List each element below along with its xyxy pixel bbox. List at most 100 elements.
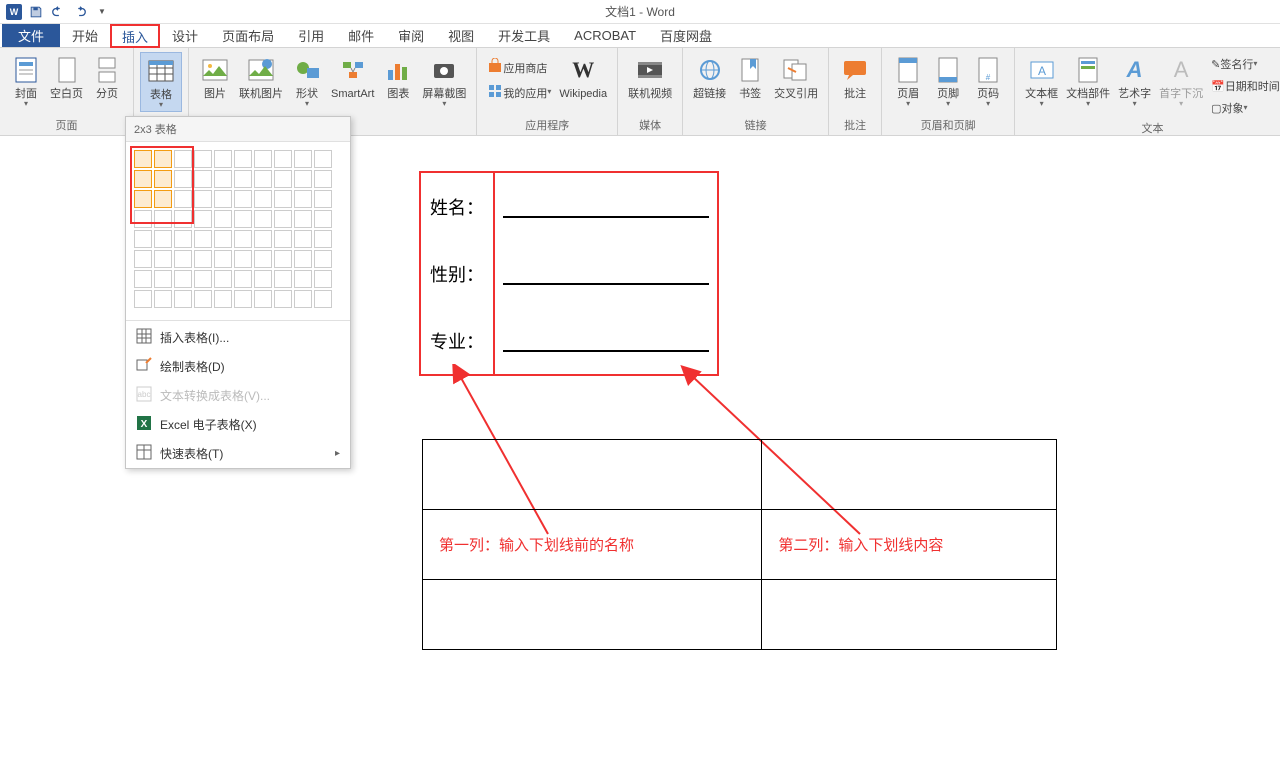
- my-apps-icon: [487, 83, 503, 102]
- hyperlink-icon: [694, 54, 726, 86]
- qat-customize[interactable]: ▼: [92, 2, 112, 22]
- cover-page-button[interactable]: 封面▾: [6, 52, 46, 110]
- svg-text:A: A: [1038, 64, 1046, 78]
- smartart-button[interactable]: SmartArt: [327, 52, 378, 103]
- datetime-icon: 📅: [1211, 80, 1225, 93]
- comments-group-label: 批注: [835, 115, 875, 133]
- tab-design[interactable]: 设计: [160, 24, 210, 47]
- form-table-highlight: 姓名： 性别： 专业：: [419, 171, 719, 376]
- excel-spreadsheet-menu-item[interactable]: XExcel 电子表格(X): [126, 410, 350, 439]
- quickparts-button[interactable]: 文档部件▾: [1062, 52, 1114, 110]
- wordart-button[interactable]: A艺术字▾: [1114, 52, 1155, 110]
- insert-table-menu-item[interactable]: 插入表格(I)...: [126, 323, 350, 352]
- tab-home[interactable]: 开始: [60, 24, 110, 47]
- wikipedia-button[interactable]: WWikipedia: [555, 52, 611, 103]
- crossref-icon: [780, 54, 812, 86]
- table-cell-col2-desc[interactable]: 第二列：输入下划线内容: [762, 510, 1057, 580]
- picture-icon: [199, 54, 231, 86]
- online-picture-icon: [245, 54, 277, 86]
- apps-group-label: 应用程序: [483, 115, 611, 133]
- dropcap-button[interactable]: A首字下沉▾: [1155, 52, 1207, 110]
- example-table[interactable]: 第一列：输入下划线前的名称 第二列：输入下划线内容: [422, 439, 1057, 650]
- screenshot-icon: [428, 54, 460, 86]
- convert-text-menu-item: abc文本转换成表格(V)...: [126, 381, 350, 410]
- table-button[interactable]: 表格▾: [140, 52, 182, 112]
- object-icon: ▢: [1211, 102, 1221, 115]
- pagenum-icon: #: [972, 54, 1004, 86]
- bookmark-button[interactable]: 书签: [730, 52, 770, 103]
- blank-page-icon: [51, 54, 83, 86]
- shapes-button[interactable]: 形状▾: [287, 52, 327, 110]
- tab-file[interactable]: 文件: [2, 24, 60, 47]
- form-line-name: [495, 173, 717, 240]
- form-label-major: 专业：: [421, 307, 495, 374]
- form-line-gender: [495, 240, 717, 307]
- comment-button[interactable]: 批注: [835, 52, 875, 103]
- title-bar: W ▼ 文档1 - Word: [0, 0, 1280, 24]
- quickparts-icon: [1072, 54, 1104, 86]
- form-label-name: 姓名：: [421, 173, 495, 240]
- window-title: 文档1 - Word: [605, 3, 675, 20]
- picture-button[interactable]: 图片: [195, 52, 235, 103]
- crossref-button[interactable]: 交叉引用: [770, 52, 822, 103]
- draw-table-icon: [136, 357, 152, 376]
- blank-page-button[interactable]: 空白页: [46, 52, 87, 103]
- tab-developer[interactable]: 开发工具: [486, 24, 562, 47]
- online-video-button[interactable]: 联机视频: [624, 52, 676, 103]
- excel-icon: X: [136, 415, 152, 434]
- app-store-button[interactable]: 应用商店: [483, 56, 555, 79]
- my-apps-button[interactable]: 我的应用 ▾: [483, 81, 555, 104]
- form-label-gender: 性别：: [421, 240, 495, 307]
- shapes-icon: [291, 54, 323, 86]
- bookmark-icon: [734, 54, 766, 86]
- smartart-icon: [337, 54, 369, 86]
- screenshot-button[interactable]: 屏幕截图▾: [418, 52, 470, 110]
- header-button[interactable]: 页眉▾: [888, 52, 928, 110]
- footer-icon: [932, 54, 964, 86]
- table-row: [423, 440, 1057, 510]
- media-group-label: 媒体: [624, 115, 676, 133]
- table-menu-header: 2x3 表格: [126, 117, 350, 142]
- footer-button[interactable]: 页脚▾: [928, 52, 968, 110]
- draw-table-menu-item[interactable]: 绘制表格(D): [126, 352, 350, 381]
- header-icon: [892, 54, 924, 86]
- tab-references[interactable]: 引用: [286, 24, 336, 47]
- table-row: 第一列：输入下划线前的名称 第二列：输入下划线内容: [423, 510, 1057, 580]
- page-break-icon: [91, 54, 123, 86]
- video-icon: [634, 54, 666, 86]
- tab-acrobat[interactable]: ACROBAT: [562, 24, 648, 47]
- word-icon: W: [4, 2, 24, 22]
- form-line-major: [495, 307, 717, 374]
- chart-button[interactable]: 图表: [378, 52, 418, 103]
- textbox-button[interactable]: A文本框▾: [1021, 52, 1062, 110]
- pages-group-label: 页面: [6, 115, 127, 133]
- tab-baidu[interactable]: 百度网盘: [648, 24, 724, 47]
- tab-layout[interactable]: 页面布局: [210, 24, 286, 47]
- dropcap-icon: A: [1165, 54, 1197, 86]
- table-size-grid[interactable]: [126, 142, 350, 318]
- tab-mailings[interactable]: 邮件: [336, 24, 386, 47]
- undo-button[interactable]: [48, 2, 68, 22]
- headerfooter-group-label: 页眉和页脚: [888, 115, 1008, 133]
- redo-button[interactable]: [70, 2, 90, 22]
- tab-review[interactable]: 审阅: [386, 24, 436, 47]
- datetime-button[interactable]: 📅日期和时间: [1207, 76, 1280, 96]
- wikipedia-icon: W: [567, 54, 599, 86]
- page-break-button[interactable]: 分页: [87, 52, 127, 103]
- pagenum-button[interactable]: #页码▾: [968, 52, 1008, 110]
- object-button[interactable]: ▢对象 ▾: [1207, 98, 1280, 118]
- signature-line-button[interactable]: ✎签名行 ▾: [1207, 54, 1280, 74]
- signature-icon: ✎: [1211, 58, 1220, 71]
- insert-table-icon: [136, 328, 152, 347]
- table-icon: [145, 55, 177, 87]
- tab-insert[interactable]: 插入: [110, 24, 160, 48]
- store-icon: [487, 58, 503, 77]
- text-group-label: 文本: [1021, 118, 1280, 136]
- table-cell-col1-desc[interactable]: 第一列：输入下划线前的名称: [423, 510, 762, 580]
- tab-view[interactable]: 视图: [436, 24, 486, 47]
- save-button[interactable]: [26, 2, 46, 22]
- hyperlink-button[interactable]: 超链接: [689, 52, 730, 103]
- quick-tables-menu-item[interactable]: 快速表格(T)▸: [126, 439, 350, 468]
- online-picture-button[interactable]: 联机图片: [235, 52, 287, 103]
- table-dropdown-menu: 2x3 表格 插入表格(I)... 绘制表格(D) abc文本转换成表格(V).…: [125, 116, 351, 469]
